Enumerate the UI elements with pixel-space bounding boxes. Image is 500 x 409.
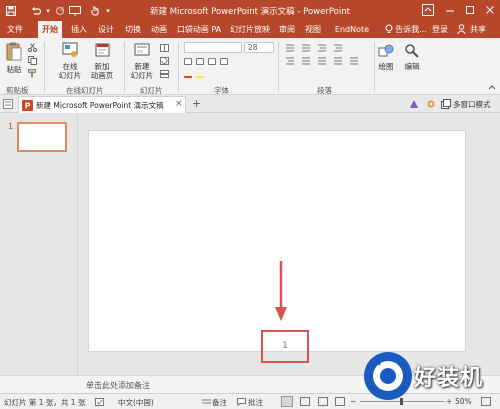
format-painter-icon[interactable] <box>28 69 37 78</box>
close-icon[interactable] <box>482 2 498 18</box>
redo-icon[interactable] <box>53 3 67 18</box>
draw-button[interactable]: 绘图 <box>374 62 398 71</box>
section-icon[interactable] <box>160 70 169 78</box>
font-color-icon[interactable] <box>184 71 192 78</box>
layout-icon[interactable] <box>160 44 169 52</box>
cut-icon[interactable] <box>28 43 37 52</box>
notes-button[interactable]: 备注 <box>212 397 227 408</box>
notes-icon[interactable] <box>202 398 211 406</box>
notes-placeholder: 单击此处添加备注 <box>86 381 150 390</box>
bold-icon[interactable] <box>184 58 192 65</box>
ribbon-tabs: 文件 开始 插入 设计 切换 动画 口袋动画 PA 幻灯片放映 审阅 视图 En… <box>0 21 500 51</box>
collapse-ribbon-icon[interactable] <box>488 84 496 92</box>
present-icon[interactable] <box>68 3 82 18</box>
tab-slideshow[interactable]: 幻灯片放映 <box>228 21 272 38</box>
multi-window-mode-button[interactable]: 多窗口模式 <box>453 99 491 110</box>
tab-review[interactable]: 审阅 <box>276 21 298 38</box>
lightbulb-icon[interactable] <box>383 21 395 38</box>
language-indicator[interactable]: 中文(中国) <box>118 397 154 408</box>
zoom-out-icon[interactable]: − <box>350 397 356 406</box>
tab-home[interactable]: 开始 <box>38 21 62 38</box>
tab-insert[interactable]: 插入 <box>68 21 90 38</box>
slideshow-view-icon[interactable] <box>335 397 345 406</box>
sign-in-link[interactable]: 登录 <box>430 21 450 38</box>
slide-counter: 幻灯片 第 1 张，共 1 张 <box>4 398 86 407</box>
font-size-field[interactable]: 28 <box>244 42 274 53</box>
underline-icon[interactable] <box>208 58 216 65</box>
spellcheck-icon[interactable] <box>95 398 104 406</box>
slide-thumbnail[interactable] <box>17 122 67 152</box>
share-button[interactable]: 共享 <box>467 21 489 38</box>
group-divider <box>124 42 125 92</box>
normal-view-icon[interactable] <box>281 396 293 407</box>
new-slide-line2[interactable]: 幻灯片 <box>126 71 158 80</box>
customize-toolbar-icon[interactable]: ▾ <box>101 3 115 18</box>
maximize-icon[interactable] <box>462 2 478 18</box>
tab-transitions[interactable]: 切换 <box>122 21 144 38</box>
document-tab-title: 新建 Microsoft PowerPoint 演示文稿 <box>36 101 164 110</box>
tab-list-icon[interactable] <box>3 99 13 109</box>
tell-me-search[interactable]: 告诉我... <box>395 21 427 38</box>
paste-icon[interactable] <box>6 42 22 62</box>
share-person-icon[interactable] <box>455 21 467 38</box>
paste-button[interactable]: 粘贴 <box>4 65 24 74</box>
main-area: 1 1 <box>0 114 500 375</box>
edit-button[interactable]: 编辑 <box>400 62 424 71</box>
document-tab-close-icon[interactable]: × <box>175 99 183 109</box>
paragraph-controls <box>284 43 384 79</box>
multi-window-icon[interactable] <box>441 99 451 109</box>
document-tab-bar: P 新建 Microsoft PowerPoint 演示文稿 × + 多窗口模式 <box>0 95 500 113</box>
new-tab-icon[interactable]: + <box>192 97 201 110</box>
pocket-animation-icon[interactable] <box>409 99 419 109</box>
online-slides-line1[interactable]: 在线 <box>54 62 86 71</box>
slide-sorter-icon[interactable] <box>300 397 310 406</box>
font-name-field[interactable] <box>184 42 242 53</box>
tab-design[interactable]: 设计 <box>95 21 117 38</box>
powerpoint-file-icon: P <box>22 100 33 111</box>
comments-button[interactable]: 批注 <box>248 397 263 408</box>
reset-icon[interactable] <box>160 57 169 65</box>
edit-find-icon[interactable] <box>404 43 420 59</box>
ribbon-display-icon[interactable] <box>422 4 434 16</box>
new-slide-line1[interactable]: 新建 <box>126 62 158 71</box>
watermark-logo: 好装机 <box>360 346 500 409</box>
touch-mode-icon[interactable] <box>88 3 102 18</box>
tab-endnote[interactable]: EndNote X8 <box>329 21 375 51</box>
svg-text:P: P <box>25 102 31 111</box>
ribbon: 粘贴 剪贴板 在线 幻灯片 新加 动画页 在线幻灯片 新建 幻灯片 幻灯片 28 <box>0 38 500 95</box>
minimize-icon[interactable] <box>442 2 458 18</box>
watermark-text: 好装机 <box>414 366 484 391</box>
arrow-annotation <box>275 261 287 321</box>
tab-view[interactable]: 视图 <box>302 21 324 38</box>
tab-file[interactable]: 文件 <box>4 21 26 38</box>
reading-view-icon[interactable] <box>318 397 328 406</box>
group-divider <box>278 42 279 92</box>
online-slides-icon[interactable] <box>62 42 78 58</box>
new-anim-page-line1[interactable]: 新加 <box>86 62 118 71</box>
document-tab[interactable]: P 新建 Microsoft PowerPoint 演示文稿 × <box>18 96 186 113</box>
watermark-badge-icon <box>364 352 412 400</box>
slide-thumbnail-pane: 1 <box>0 114 78 375</box>
page-number-text: 1 <box>282 341 288 351</box>
group-divider <box>178 42 179 92</box>
draw-shapes-icon[interactable] <box>378 43 394 59</box>
new-animation-page-icon[interactable] <box>95 42 111 58</box>
new-anim-page-line2[interactable]: 动画页 <box>86 71 118 80</box>
slide-canvas[interactable]: 1 <box>88 130 466 363</box>
comments-icon[interactable] <box>237 398 246 407</box>
italic-icon[interactable] <box>196 58 204 65</box>
title-bar: ▾ ▾ 新建 Microsoft PowerPoint 演示文稿 - Power… <box>0 0 500 21</box>
settings-gear-icon[interactable] <box>426 99 436 109</box>
group-divider <box>44 42 45 92</box>
tab-animations[interactable]: 动画 <box>148 21 170 38</box>
new-slide-icon[interactable] <box>134 42 150 58</box>
online-slides-line2[interactable]: 幻灯片 <box>54 71 86 80</box>
tab-pocket-animation[interactable]: 口袋动画 PA <box>174 21 224 38</box>
copy-icon[interactable] <box>28 56 37 65</box>
save-icon[interactable] <box>4 3 18 18</box>
page-number-placeholder[interactable]: 1 <box>261 330 309 363</box>
highlight-icon[interactable] <box>196 71 204 78</box>
thumbnail-number: 1 <box>8 122 14 131</box>
strikethrough-icon[interactable] <box>220 58 228 65</box>
